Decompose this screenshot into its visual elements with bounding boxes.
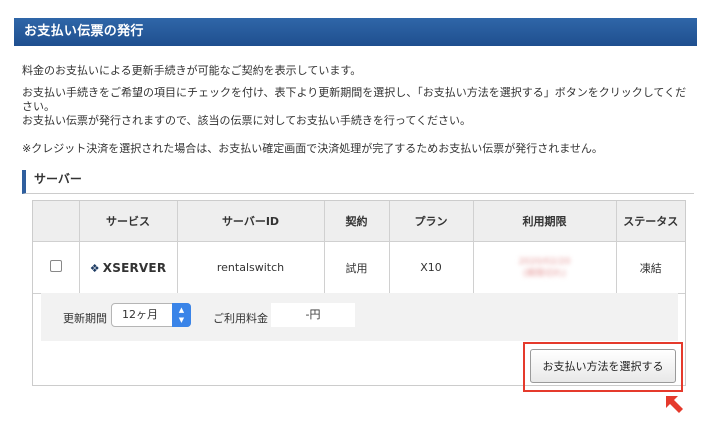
row-select-checkbox[interactable] [49,260,62,272]
expiry-date: 2020/02/20 [518,256,571,267]
col-header-contract: 契約 [323,201,390,242]
fee-value-box: -円 [271,303,355,327]
cell-status: 凍結 [615,241,685,294]
intro-text-1: 料金のお支払いによる更新手続きが可能なご契約を表示しています。 [22,64,362,77]
renewal-period-select[interactable]: 12ヶ月 ▲ ▼ [111,303,191,327]
fee-label: ご利用料金 [213,312,268,325]
cell-server-id: rentalswitch [176,241,325,294]
service-name: XSERVER [102,260,167,275]
xserver-logo: ❖ XSERVER [90,261,167,275]
col-header-status: ステータス [615,201,685,242]
contract-table: サービス サーバーID 契約 プラン 利用期限 ステータス ❖ XSERVER r… [33,201,685,294]
red-arrow-pointer-icon [666,396,683,413]
renewal-period-value: 12ヶ月 [122,308,158,321]
col-header-service: サービス [78,201,178,242]
fee-value: -円 [305,308,321,321]
table-row: ❖ XSERVER rentalswitch 試用 X10 2020/02/20 … [33,241,685,294]
expiry-date-blurred: 2020/02/20 (期限切れ) [519,256,571,280]
section-title-text: サーバー [34,172,82,186]
page-title: お支払い伝票の発行 [24,24,144,39]
table-header-row: サービス サーバーID 契約 プラン 利用期限 ステータス [33,201,685,242]
cell-plan: X10 [388,241,474,294]
cell-expiry: 2020/02/20 (期限切れ) [472,241,617,294]
col-header-expiry: 利用期限 [472,201,617,242]
contract-panel: サービス サーバーID 契約 プラン 利用期限 ステータス ❖ XSERVER r… [32,200,686,392]
col-header-plan: プラン [388,201,474,242]
select-up-down-icon: ▲ ▼ [172,303,191,327]
renewal-period-label: 更新期間 [63,312,107,325]
col-header-server-id: サーバーID [176,201,325,242]
section-title-server: サーバー [22,170,694,194]
renewal-options-band: 更新期間 12ヶ月 ▲ ▼ ご利用料金 -円 [41,293,678,341]
page-header: お支払い伝票の発行 [14,18,697,46]
pay-button-highlight: お支払い方法を選択する [523,342,683,392]
cell-checkbox [33,241,80,294]
cell-service: ❖ XSERVER [78,241,178,294]
select-payment-method-button[interactable]: お支払い方法を選択する [530,349,676,383]
intro-text-4: ※クレジット決済を選択された場合は、お支払い確定画面で決済処理が完了するためお支… [22,142,603,155]
intro-text-2: お支払い手続きをご希望の項目にチェックを付け、表下より更新期間を選択し、「お支払… [22,86,687,113]
xserver-logo-icon: ❖ [89,261,100,275]
cell-contract: 試用 [323,241,390,294]
intro-text-3: お支払い伝票が発行されますので、該当の伝票に対してお支払い手続きを行ってください… [22,114,472,127]
col-header-checkbox [33,201,80,242]
expiry-note: (期限切れ) [522,268,567,279]
